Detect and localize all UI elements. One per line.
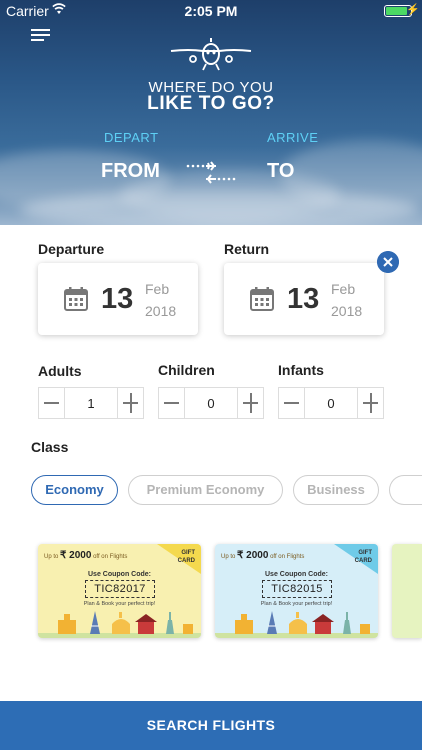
arrive-label: ARRIVE xyxy=(267,130,319,145)
hero-header: Carrier 2:05 PM ⚡ WHERE DO YOU LIKE TO G… xyxy=(0,0,422,225)
to-airport-selector[interactable]: TO xyxy=(267,160,294,183)
coupon-code: TIC82017 xyxy=(85,580,155,598)
departure-date-picker[interactable]: 13 Feb 2018 xyxy=(38,263,198,335)
infants-count: 0 xyxy=(327,396,335,411)
return-month: Feb xyxy=(331,281,356,297)
landmarks-illustration-icon xyxy=(38,611,201,638)
children-count: 0 xyxy=(207,396,215,411)
adults-stepper: 1 xyxy=(38,387,144,419)
minus-icon[interactable] xyxy=(159,388,185,418)
class-option-premium-economy[interactable]: Premium Economy xyxy=(128,475,283,505)
infants-stepper: 0 xyxy=(278,387,384,419)
adults-count: 1 xyxy=(87,396,95,411)
gift-card[interactable]: Up to ₹ 2000 off on Flights GIFT CARD Us… xyxy=(38,544,201,638)
gift-card-promo: Up to ₹ 2000 off on Flights xyxy=(221,550,305,561)
children-stepper: 0 xyxy=(158,387,264,419)
menu-icon[interactable] xyxy=(31,29,50,43)
class-option-business[interactable]: Business xyxy=(293,475,379,505)
search-flights-button[interactable]: SEARCH FLIGHTS xyxy=(0,701,422,750)
gift-card-promo: Up to ₹ 2000 off on Flights xyxy=(44,550,128,561)
from-airport-selector[interactable]: FROM xyxy=(101,160,160,183)
hero-title-line2: LIKE TO GO? xyxy=(147,93,275,114)
swap-flight-icon[interactable] xyxy=(185,159,237,187)
clock: 2:05 PM xyxy=(184,3,238,19)
coupon-label: Use Coupon Code: xyxy=(88,571,151,578)
gift-card-tag xyxy=(334,544,378,574)
charging-icon: ⚡ xyxy=(406,4,420,16)
coupon-label: Use Coupon Code: xyxy=(265,571,328,578)
return-day: 13 xyxy=(287,283,320,315)
departure-month: Feb xyxy=(145,281,170,297)
gift-card-tagline: Plan & Book your perfect trip! xyxy=(83,601,156,607)
airplane-logo-icon xyxy=(170,38,252,71)
plus-icon[interactable] xyxy=(237,388,263,418)
gift-card-tag xyxy=(157,544,201,574)
coupon-code: TIC82015 xyxy=(262,580,332,598)
departure-day: 13 xyxy=(101,283,134,315)
departure-year: 2018 xyxy=(145,303,177,319)
minus-icon[interactable] xyxy=(279,388,305,418)
adults-label: Adults xyxy=(38,363,82,379)
gift-card-partial[interactable] xyxy=(392,544,422,638)
landmarks-illustration-icon xyxy=(215,611,378,638)
children-label: Children xyxy=(158,362,215,378)
plus-icon[interactable] xyxy=(117,388,143,418)
minus-icon[interactable] xyxy=(39,388,65,418)
class-label: Class xyxy=(31,439,69,455)
infants-label: Infants xyxy=(278,362,324,378)
class-option-economy[interactable]: Economy xyxy=(31,475,118,505)
departure-label: Departure xyxy=(38,241,105,257)
calendar-icon xyxy=(250,287,274,311)
class-option-first[interactable] xyxy=(389,475,422,505)
plus-icon[interactable] xyxy=(357,388,383,418)
return-year: 2018 xyxy=(331,303,363,319)
return-date-picker[interactable]: 13 Feb 2018 xyxy=(224,263,384,335)
gift-card-tagline: Plan & Book your perfect trip! xyxy=(260,601,333,607)
close-icon[interactable] xyxy=(377,251,399,273)
status-bar: Carrier 2:05 PM ⚡ xyxy=(0,0,422,22)
calendar-icon xyxy=(64,287,88,311)
depart-label: DEPART xyxy=(104,130,159,145)
return-label: Return xyxy=(224,241,270,257)
gift-card[interactable]: Up to ₹ 2000 off on Flights GIFT CARD Us… xyxy=(215,544,378,638)
